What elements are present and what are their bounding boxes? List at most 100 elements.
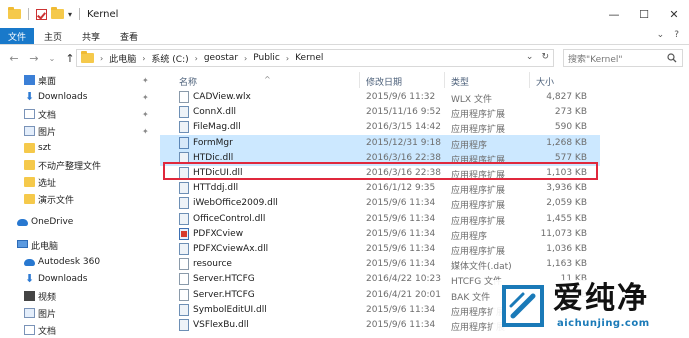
file-row[interactable]: CADView.wlx 2015/9/6 11:32 WLX 文件 4,827 KB — [160, 89, 600, 105]
pin-icon[interactable]: ✦ — [142, 127, 149, 136]
back-arrow-icon[interactable]: ← — [7, 52, 21, 65]
customize-quick-access-icon[interactable]: ▾ — [68, 10, 72, 19]
file-size: 1,036 KB — [546, 244, 587, 254]
download-icon: ⬇ — [24, 272, 35, 285]
sort-ascending-icon: ^ — [264, 75, 271, 84]
nav-item-this-pc[interactable]: 此电脑 — [0, 237, 160, 253]
column-divider[interactable] — [359, 72, 360, 88]
dll-file-icon — [179, 303, 189, 316]
nav-item-szt[interactable]: szt — [0, 140, 160, 156]
nav-item-downloads[interactable]: ⬇ Downloads ✦ — [0, 89, 160, 105]
nav-item-downloads-pc[interactable]: ⬇ Downloads — [0, 271, 160, 287]
file-name: FileMag.dll — [193, 122, 241, 133]
file-icon — [179, 258, 189, 271]
refresh-icon[interactable]: ↻ — [541, 52, 549, 62]
file-name: HTTddj.dll — [193, 183, 239, 194]
nav-item-videos[interactable]: 视频 — [0, 288, 160, 304]
file-row[interactable]: resource 2015/9/6 11:34 媒体文件(.dat) 1,163 KB — [160, 256, 600, 272]
file-modified: 2015/9/6 11:34 — [366, 320, 436, 330]
file-row[interactable]: ConnX.dll 2015/11/16 9:52 应用程序扩展 273 KB — [160, 104, 600, 120]
expand-ribbon-icon[interactable]: ⌄ — [657, 30, 665, 40]
file-name: Server.HTCFG — [193, 274, 255, 285]
address-row: ← → ⌄ ↑ › 此电脑 › 系统 (C:) › geostar › Publ… — [0, 46, 689, 70]
file-row[interactable]: HTTddj.dll 2016/1/12 9:35 应用程序扩展 3,936 KB — [160, 180, 600, 196]
tab-share[interactable]: 共享 — [72, 28, 110, 44]
chevron-right-icon[interactable]: › — [244, 54, 247, 63]
file-modified: 2015/9/6 11:34 — [366, 198, 436, 209]
file-modified: 2015/11/16 9:52 — [366, 107, 441, 118]
chevron-right-icon[interactable]: › — [195, 54, 198, 63]
file-size: 4,827 KB — [546, 92, 587, 102]
nav-label: szt — [38, 143, 51, 153]
new-folder-icon[interactable] — [51, 7, 64, 19]
forward-arrow-icon[interactable]: → — [27, 52, 41, 65]
column-divider[interactable] — [529, 72, 530, 88]
dll-file-icon — [179, 182, 189, 195]
nav-item-onedrive[interactable]: OneDrive — [0, 214, 160, 230]
nav-item-pictures-pc[interactable]: 图片 — [0, 305, 160, 321]
pin-icon[interactable]: ✦ — [142, 93, 149, 102]
file-name: SymbolEditUI.dll — [193, 304, 267, 315]
file-icon — [179, 288, 189, 301]
pin-icon[interactable]: ✦ — [142, 76, 149, 85]
divider — [28, 8, 29, 20]
nav-item-demo-files[interactable]: 演示文件 — [0, 191, 160, 207]
nav-item-desktop[interactable]: 桌面 ✦ — [0, 72, 160, 88]
minimize-button[interactable]: — — [599, 0, 629, 28]
file-row[interactable]: OfficeControl.dll 2015/9/6 11:34 应用程序扩展 1,4… — [160, 211, 600, 227]
file-row[interactable]: FileMag.dll 2016/3/15 14:42 应用程序扩展 590 KB — [160, 119, 600, 135]
column-name[interactable]: 名称 — [179, 75, 197, 88]
quick-access-toolbar: ▾ — [8, 7, 83, 20]
nav-item-documents-pc[interactable]: 文档 — [0, 322, 160, 338]
search-icon[interactable] — [667, 53, 677, 66]
file-size: 273 KB — [554, 107, 587, 118]
up-arrow-icon[interactable]: ↑ — [63, 52, 77, 65]
close-button[interactable]: ✕ — [659, 0, 689, 28]
file-type: 应用程序 — [451, 231, 488, 242]
file-icon — [179, 273, 189, 286]
file-row[interactable]: PDFXCviewAx.dll 2015/9/6 11:34 应用程序扩展 1,036… — [160, 241, 600, 257]
nav-item-property-files[interactable]: 不动产整理文件 — [0, 157, 160, 173]
breadcrumb-kernel[interactable]: Kernel — [295, 53, 323, 63]
search-input[interactable]: 搜索"Kernel" — [563, 49, 683, 67]
properties-icon[interactable] — [36, 8, 47, 20]
breadcrumb-geostar[interactable]: geostar — [204, 53, 238, 63]
chevron-right-icon[interactable]: › — [142, 54, 145, 63]
pin-icon[interactable]: ✦ — [142, 110, 149, 119]
file-row[interactable]: iWebOffice2009.dll 2015/9/6 11:34 应用程序扩展 2,… — [160, 195, 600, 211]
watermark: 爱纯净 aichunjing.com — [493, 280, 689, 338]
tab-file[interactable]: 文件 — [0, 28, 34, 44]
nav-item-autodesk[interactable]: Autodesk 360 — [0, 254, 160, 270]
nav-item-pictures[interactable]: 图片 ✦ — [0, 123, 160, 139]
address-bar[interactable]: › 此电脑 › 系统 (C:) › geostar › Public › Ker… — [76, 49, 554, 67]
file-row[interactable]: FormMgr 2015/12/31 9:18 应用程序 1,268 KB — [160, 134, 600, 151]
column-modified[interactable]: 修改日期 — [366, 75, 402, 88]
nav-label: 文档 — [38, 110, 57, 121]
column-size[interactable]: 大小 — [536, 75, 554, 88]
file-name: resource — [193, 259, 232, 270]
maximize-button[interactable]: ☐ — [629, 0, 659, 28]
window-controls: — ☐ ✕ — [599, 0, 689, 28]
file-name: FormMgr — [193, 137, 233, 148]
breadcrumb-public[interactable]: Public — [253, 53, 280, 63]
file-modified: 2016/4/22 10:23 — [366, 274, 441, 285]
nav-item-documents[interactable]: 文档 ✦ — [0, 106, 160, 122]
help-icon[interactable]: ? — [674, 30, 679, 40]
column-divider[interactable] — [444, 72, 445, 88]
tab-view[interactable]: 查看 — [110, 28, 148, 44]
document-icon — [24, 109, 35, 119]
tab-home[interactable]: 主页 — [34, 28, 72, 44]
ribbon-tabs: 文件 主页 共享 查看 ⌄ ? — [0, 28, 689, 45]
column-type[interactable]: 类型 — [451, 75, 469, 88]
breadcrumb-this-pc[interactable]: 此电脑 — [109, 52, 136, 65]
chevron-down-icon[interactable]: ⌄ — [526, 52, 534, 62]
nav-label: 选址 — [38, 178, 57, 189]
chevron-right-icon[interactable]: › — [100, 54, 103, 63]
nav-label: Autodesk 360 — [38, 257, 101, 267]
recent-locations-icon[interactable]: ⌄ — [45, 54, 59, 63]
nav-item-site-selection[interactable]: 选址 — [0, 174, 160, 190]
chevron-right-icon[interactable]: › — [286, 54, 289, 63]
nav-label: 图片 — [38, 309, 57, 320]
breadcrumb-c-drive[interactable]: 系统 (C:) — [151, 52, 188, 65]
file-row[interactable]: PDFXCview 2015/9/6 11:34 应用程序 11,073 KB — [160, 226, 600, 242]
